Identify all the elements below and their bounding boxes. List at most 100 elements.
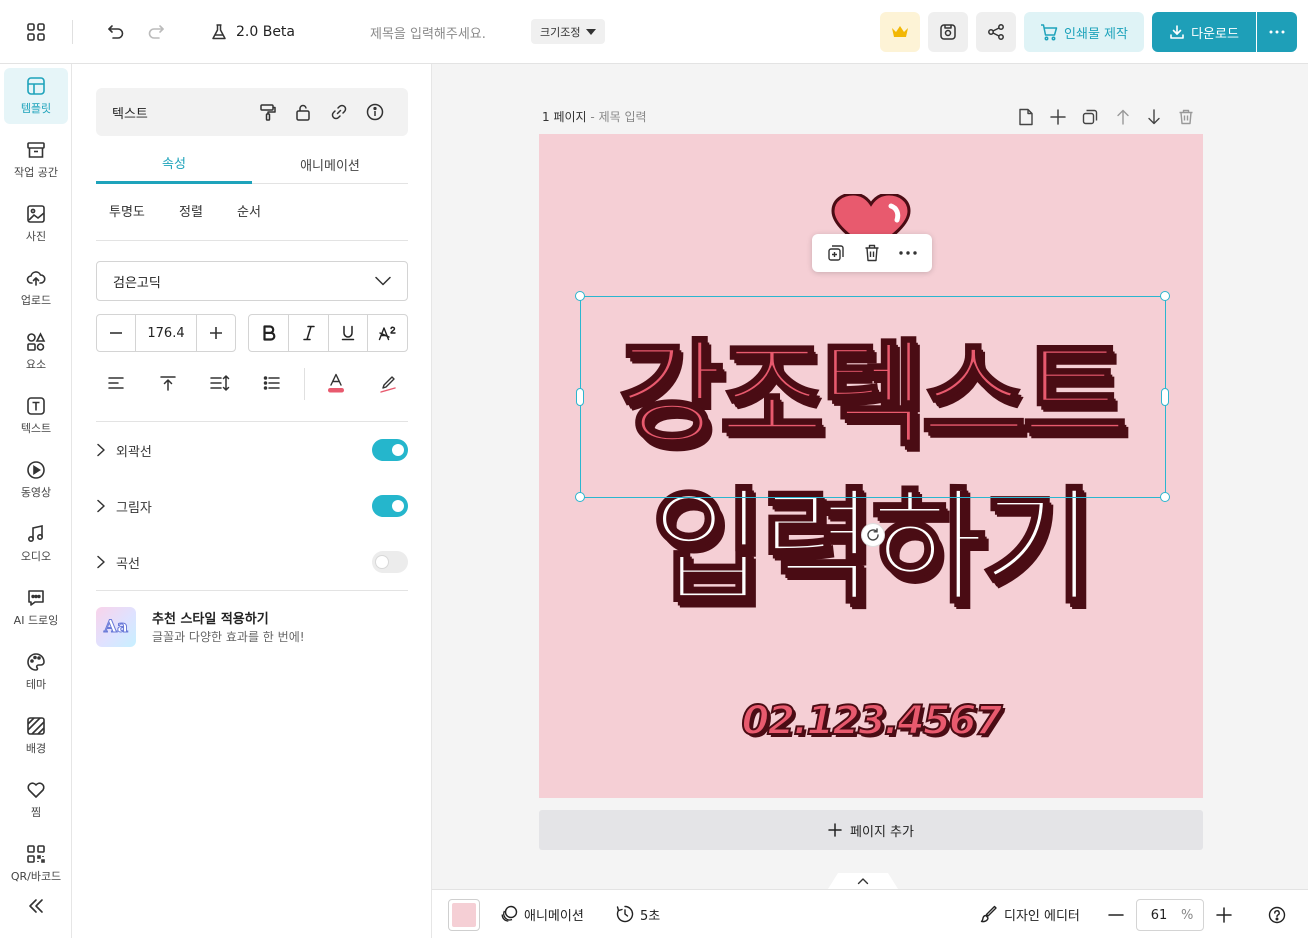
qr-icon	[26, 844, 46, 864]
selection-box[interactable]	[580, 296, 1166, 498]
zoom-unit: %	[1181, 907, 1194, 923]
sidebar-item-theme[interactable]: 테마	[4, 644, 68, 700]
unlock-icon[interactable]	[291, 100, 315, 124]
opacity-button[interactable]: 투명도	[109, 201, 145, 220]
more-options-button[interactable]	[1257, 12, 1297, 52]
increase-size-button[interactable]	[197, 315, 235, 351]
document-title-input[interactable]: 제목을 입력해주세요.	[370, 16, 486, 48]
panel-tabs: 속성 애니메이션	[96, 144, 408, 184]
add-page-button[interactable]: 페이지 추가	[539, 810, 1203, 850]
duplicate-element-icon[interactable]	[827, 244, 845, 262]
decrease-size-button[interactable]	[97, 315, 135, 351]
sidebar-item-workspace[interactable]: 작업 공간	[4, 132, 68, 188]
text-icon	[26, 396, 46, 416]
zoom-out-icon[interactable]	[1104, 903, 1128, 927]
more-horizontal-icon[interactable]	[898, 251, 917, 255]
duration-button[interactable]: 5초	[616, 902, 660, 926]
design-editor-button[interactable]: 디자인 에디터	[980, 902, 1080, 926]
premium-crown-button[interactable]	[880, 12, 920, 52]
animation-button[interactable]: 애니메이션	[500, 902, 584, 926]
shadow-toggle[interactable]	[372, 495, 408, 517]
sidebar-item-label: 요소	[25, 358, 47, 371]
sidebar-item-elements[interactable]: 요소	[4, 324, 68, 380]
superscript-button[interactable]	[367, 315, 407, 351]
underline-button[interactable]	[327, 315, 368, 351]
help-icon[interactable]	[1265, 903, 1289, 927]
resize-handle-top-left[interactable]	[575, 291, 585, 301]
resize-handle-bottom-right[interactable]	[1160, 492, 1170, 502]
sidebar-item-text[interactable]: 텍스트	[4, 388, 68, 444]
highlight-color-icon[interactable]	[374, 370, 402, 396]
format-painter-icon[interactable]	[256, 100, 280, 124]
list-icon[interactable]	[258, 370, 286, 396]
move-page-up-icon[interactable]	[1112, 106, 1134, 128]
zoom-in-icon[interactable]	[1212, 903, 1236, 927]
animation-label: 애니메이션	[524, 908, 584, 924]
delete-page-icon[interactable]	[1175, 106, 1197, 128]
resize-handle-top-right[interactable]	[1160, 291, 1170, 301]
tab-properties[interactable]: 속성	[96, 144, 252, 184]
expand-timeline-tab[interactable]	[828, 873, 898, 889]
beta-button[interactable]: 2.0 Beta	[210, 16, 295, 48]
sidebar-item-ai-drawing[interactable]: AI 드로잉	[4, 580, 68, 636]
sidebar-item-qr-barcode[interactable]: QR/바코드	[4, 836, 68, 892]
sidebar-item-photo[interactable]: 사진	[4, 196, 68, 252]
rotate-handle-icon[interactable]	[861, 523, 885, 547]
sidebar-item-template[interactable]: 템플릿	[4, 68, 68, 124]
collapse-sidebar-icon[interactable]	[24, 894, 48, 918]
chevron-right-icon[interactable]	[96, 443, 106, 457]
curve-toggle[interactable]	[372, 551, 408, 573]
font-family-select[interactable]: 검은고딕	[96, 261, 408, 301]
sidebar-item-label: 작업 공간	[14, 166, 58, 179]
sidebar-item-audio[interactable]: 오디오	[4, 516, 68, 572]
align-left-icon[interactable]	[102, 370, 130, 396]
resize-handle-bottom-left[interactable]	[575, 492, 585, 502]
more-horizontal-icon	[1269, 30, 1285, 34]
chevron-right-icon[interactable]	[96, 499, 106, 513]
zoom-input[interactable]: 61 %	[1136, 899, 1204, 931]
tab-animation[interactable]: 애니메이션	[252, 144, 408, 184]
font-size-input[interactable]: 176.4	[135, 315, 197, 351]
italic-button[interactable]	[288, 315, 328, 351]
sidebar-item-upload[interactable]: 업로드	[4, 260, 68, 316]
outline-toggle[interactable]	[372, 439, 408, 461]
print-order-button[interactable]: 인쇄물 제작	[1024, 12, 1144, 52]
phone-number-text[interactable]: 02.123.4567	[539, 697, 1203, 745]
link-icon[interactable]	[327, 100, 351, 124]
sidebar-item-background[interactable]: 배경	[4, 708, 68, 764]
info-icon[interactable]	[363, 100, 387, 124]
align-button[interactable]: 정렬	[179, 201, 203, 220]
line-spacing-icon[interactable]	[206, 370, 234, 396]
resize-handle-right[interactable]	[1161, 388, 1169, 406]
save-button[interactable]	[928, 12, 968, 52]
background-color-swatch[interactable]	[448, 899, 480, 931]
delete-element-icon[interactable]	[864, 244, 880, 262]
order-button[interactable]: 순서	[237, 201, 261, 220]
page-title-input[interactable]: 제목 입력	[599, 110, 647, 124]
download-button[interactable]: 다운로드	[1152, 12, 1256, 52]
page-number: 1 페이지	[542, 110, 587, 124]
sidebar-item-label: 테마	[25, 678, 47, 691]
undo-icon[interactable]	[100, 16, 132, 48]
page-label: 1 페이지 - 제목 입력	[542, 110, 647, 124]
sidebar-item-label: QR/바코드	[10, 870, 62, 883]
bold-button[interactable]	[249, 315, 288, 351]
heart-icon	[26, 780, 46, 800]
page-note-icon[interactable]	[1015, 106, 1037, 128]
apps-grid-icon[interactable]	[18, 14, 54, 50]
share-button[interactable]	[976, 12, 1016, 52]
redo-icon[interactable]	[140, 16, 172, 48]
sidebar-item-video[interactable]: 동영상	[4, 452, 68, 508]
download-icon	[1169, 24, 1185, 40]
text-color-icon[interactable]	[322, 370, 350, 396]
add-page-icon[interactable]	[1047, 106, 1069, 128]
duplicate-page-icon[interactable]	[1079, 106, 1101, 128]
vertical-align-top-icon[interactable]	[154, 370, 182, 396]
sidebar-item-favorites[interactable]: 찜	[4, 772, 68, 828]
resize-handle-left[interactable]	[576, 388, 584, 406]
divider	[96, 590, 408, 591]
chevron-right-icon[interactable]	[96, 555, 106, 569]
recommended-style-card[interactable]: Aa 추천 스타일 적용하기 글꼴과 다양한 효과를 한 번에!	[96, 607, 408, 649]
move-page-down-icon[interactable]	[1143, 106, 1165, 128]
resize-dropdown[interactable]: 크기조정	[531, 19, 606, 44]
